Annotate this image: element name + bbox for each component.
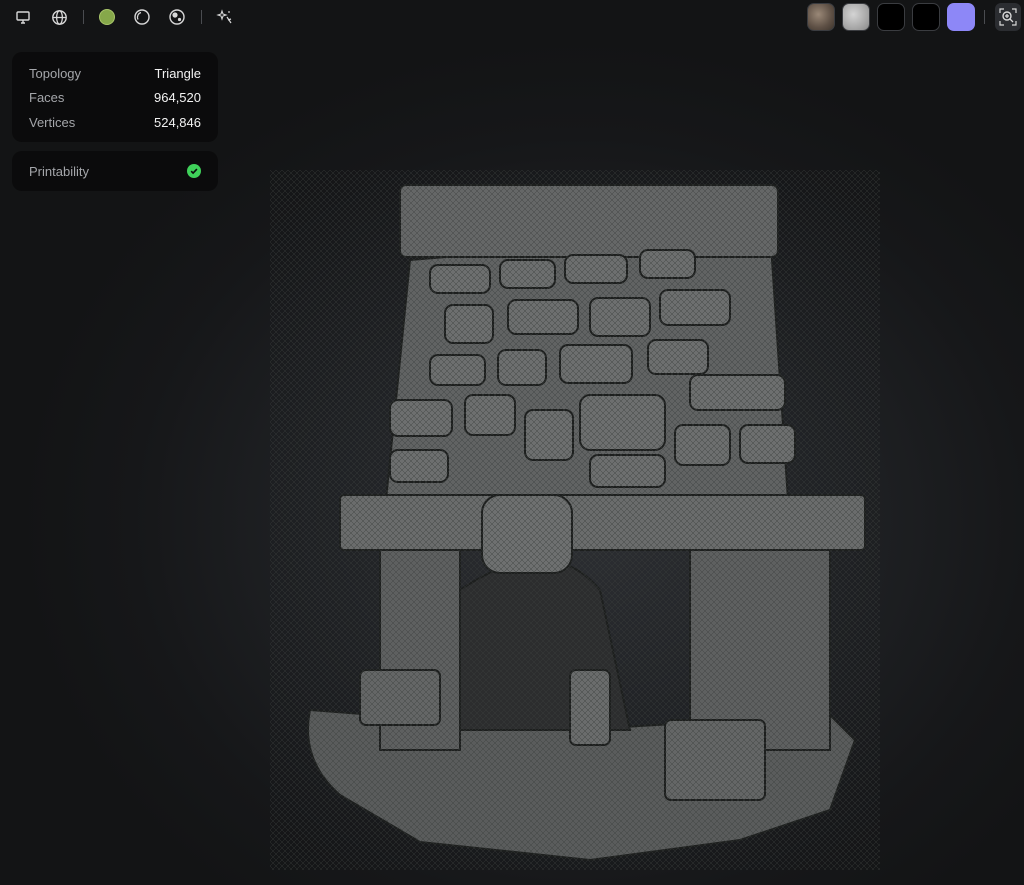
globe-icon[interactable] [48,6,70,28]
vertices-value: 524,846 [154,114,201,130]
swatch-black-2[interactable] [912,3,940,31]
zoom-fit-button[interactable] [995,3,1021,31]
printability-label: Printability [29,163,89,179]
matcap-sphere-icon[interactable] [166,6,188,28]
vertices-label: Vertices [29,114,76,130]
viewer-toolbar [0,0,1024,34]
shaded-sphere-icon[interactable] [96,6,118,28]
stat-row-faces: Faces 964,520 [29,86,201,111]
stat-row-vertices: Vertices 524,846 [29,110,201,135]
printability-panel[interactable]: Printability [12,151,218,191]
faces-value: 964,520 [154,90,201,106]
fireplace-model [270,170,880,870]
swatch-periwinkle[interactable] [947,3,975,31]
sparkle-icon[interactable] [214,6,236,28]
mesh-stats-panel: Topology Triangle Faces 964,520 Vertices… [12,52,218,142]
fireplace-mesh-viewport[interactable] [270,170,880,870]
toolbar-separator [201,10,202,24]
swatch-texture-rock[interactable] [807,3,835,31]
zoom-fit-icon [999,8,1017,26]
topology-label: Topology [29,65,82,81]
topology-value: Triangle [154,65,201,81]
monitor-icon[interactable] [12,6,34,28]
toolbar-separator [984,10,985,24]
toolbar-separator [83,10,84,24]
outline-sphere-icon[interactable] [131,6,153,28]
check-circle-icon [187,164,201,178]
faces-label: Faces [29,90,65,106]
swatch-black-1[interactable] [877,3,905,31]
stat-row-topology: Topology Triangle [29,61,201,86]
swatch-texture-concrete[interactable] [842,3,870,31]
